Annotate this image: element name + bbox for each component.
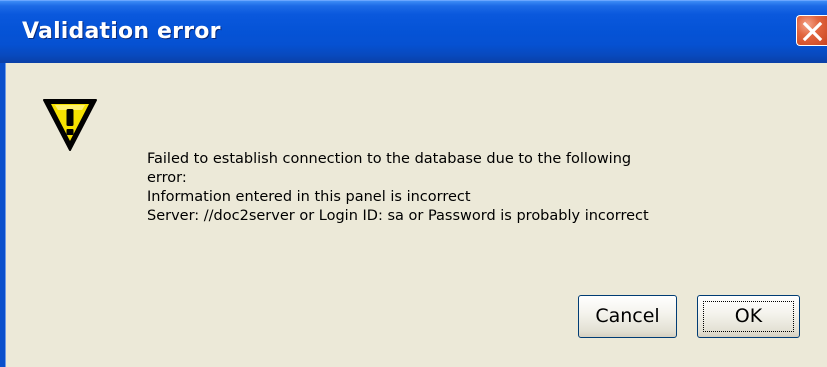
close-button[interactable] <box>796 15 827 46</box>
close-icon <box>802 21 823 42</box>
title-bar[interactable]: Validation error <box>0 0 827 63</box>
cancel-button[interactable]: Cancel <box>578 295 677 338</box>
warning-icon <box>42 96 98 152</box>
cancel-button-label: Cancel <box>595 305 660 327</box>
dialog-title: Validation error <box>22 19 221 44</box>
ok-button-label: OK <box>734 305 763 327</box>
message-line: Failed to establish connection to the da… <box>147 151 632 167</box>
window-left-border-highlight <box>5 63 6 367</box>
ok-button[interactable]: OK <box>697 295 800 338</box>
error-message: Failed to establish connection to the da… <box>147 150 649 226</box>
message-line: Server: //doc2server or Login ID: sa or … <box>147 208 649 224</box>
validation-error-dialog: Validation error Failed to establish con… <box>0 0 827 367</box>
message-line: error: <box>147 170 187 186</box>
focus-indicator: OK <box>703 301 794 332</box>
message-line: Information entered in this panel is inc… <box>147 189 471 205</box>
